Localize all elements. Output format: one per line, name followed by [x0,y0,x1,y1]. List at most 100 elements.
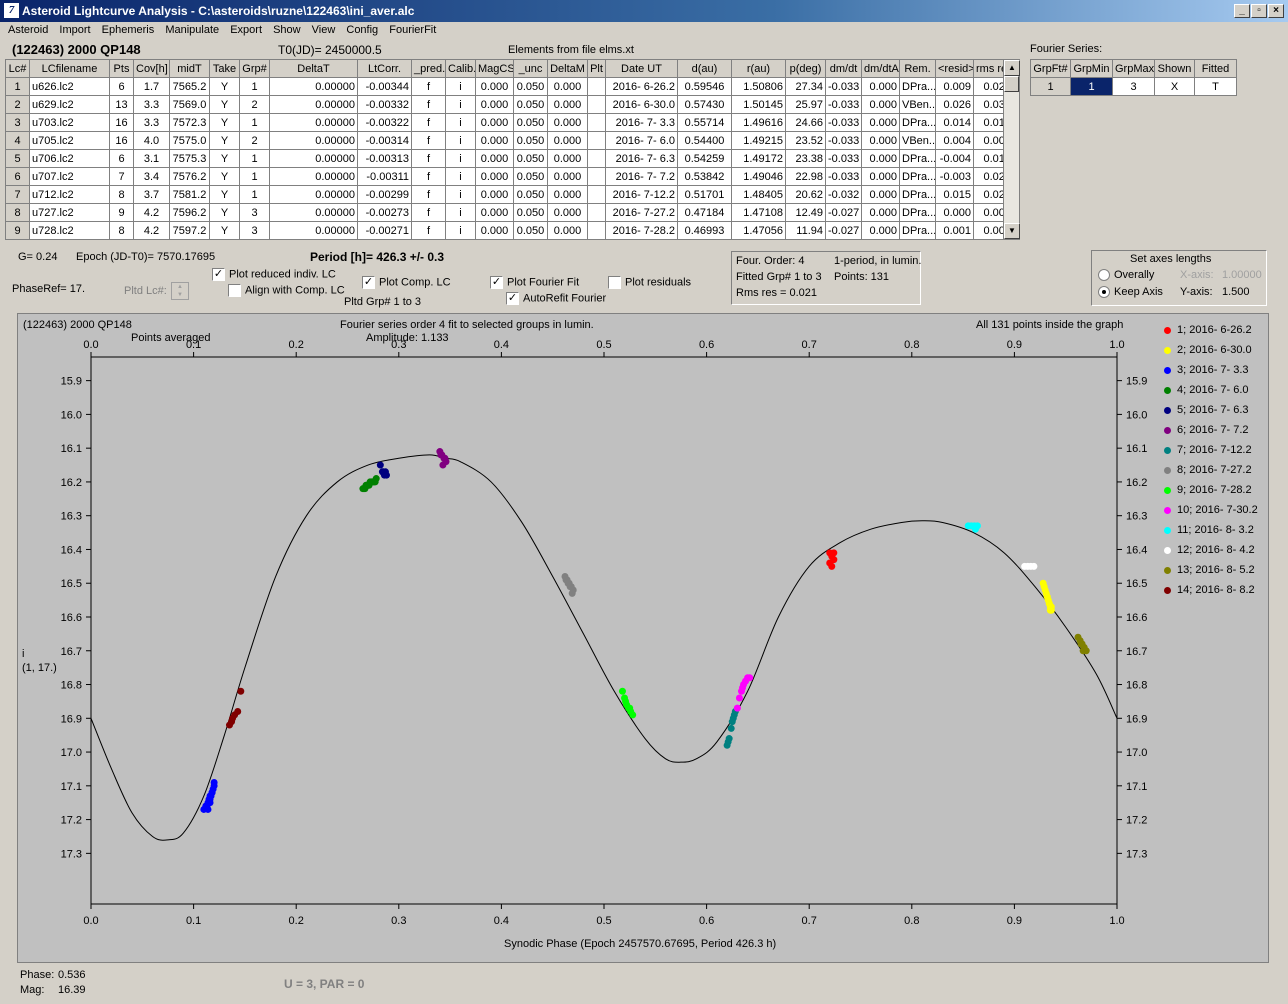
autorefit-check[interactable]: ✓ [506,292,519,305]
table-cell[interactable]: 0.000 [475,221,514,240]
table-cell[interactable]: 0.050 [513,185,548,204]
table-cell[interactable]: f [411,149,446,168]
table-cell[interactable]: 0.001 [935,221,974,240]
row-header[interactable]: 5 [5,149,30,168]
table-cell[interactable]: 0.000 [547,113,588,132]
table-cell[interactable]: 0.050 [513,95,548,114]
table-cell[interactable]: -0.032 [825,185,862,204]
table-cell[interactable]: 8 [109,221,134,240]
row-header[interactable]: 8 [5,203,30,222]
table-cell[interactable]: 0.000 [475,149,514,168]
table-cell[interactable]: u728.lc2 [29,221,110,240]
table-cell[interactable]: u626.lc2 [29,77,110,96]
table-cell[interactable] [587,149,606,168]
table-cell[interactable]: 0.000 [861,149,900,168]
table-cell[interactable]: 0.000 [475,167,514,186]
plot-fourier-checkbox[interactable]: ✓ Plot Fourier Fit [490,276,579,289]
table-cell[interactable]: 13 [109,95,134,114]
table-cell[interactable]: 1 [239,185,270,204]
table-cell[interactable]: 2016- 7- 3.3 [605,113,678,132]
table-cell[interactable]: u629.lc2 [29,95,110,114]
table-cell[interactable]: 0.000 [861,167,900,186]
table-cell[interactable]: 27.34 [785,77,826,96]
table-cell[interactable]: f [411,185,446,204]
col-header[interactable]: Date UT [605,59,678,78]
table-cell[interactable] [587,167,606,186]
col-header[interactable]: _unc [513,59,548,78]
table-cell[interactable]: Y [209,221,240,240]
table-cell[interactable]: f [411,203,446,222]
table-cell[interactable]: 16 [109,113,134,132]
table-cell[interactable]: f [411,95,446,114]
table-cell[interactable]: 7565.2 [169,77,210,96]
table-cell[interactable]: 0.000 [547,185,588,204]
table-cell[interactable]: 1.50145 [731,95,786,114]
table-row[interactable]: 2 u629.lc2 13 3.3 7569.0 Y 2 0.00000 -0.00332 f i 0… [5,95,1003,114]
table-cell[interactable]: 0.00000 [269,113,358,132]
col-header[interactable]: dm/dtA [861,59,900,78]
table-cell[interactable]: i [445,131,476,150]
table-cell[interactable]: f [411,77,446,96]
table-cell[interactable]: 1.7 [133,77,170,96]
fourier-cell-shown[interactable]: X [1154,77,1195,96]
table-cell[interactable]: 2016- 7- 6.3 [605,149,678,168]
table-cell[interactable]: 1 [239,77,270,96]
row-header[interactable]: 3 [5,113,30,132]
table-cell[interactable]: Y [209,95,240,114]
table-cell[interactable]: 4.2 [133,221,170,240]
table-cell[interactable]: 1.49046 [731,167,786,186]
table-cell[interactable]: 2 [239,131,270,150]
table-cell[interactable]: 2016- 7- 6.0 [605,131,678,150]
table-cell[interactable]: i [445,221,476,240]
table-cell[interactable]: 0.009 [935,77,974,96]
table-cell[interactable]: 0.000 [861,113,900,132]
table-cell[interactable]: 0.00000 [269,77,358,96]
table-cell[interactable]: 0.019 [973,149,1003,168]
row-header[interactable]: 9 [5,221,30,240]
table-cell[interactable]: Y [209,131,240,150]
menu-show[interactable]: Show [273,24,301,36]
col-header[interactable]: Pts [109,59,134,78]
col-header[interactable]: d(au) [677,59,732,78]
table-cell[interactable]: -0.027 [825,203,862,222]
table-cell[interactable]: f [411,113,446,132]
table-cell[interactable]: -0.00311 [357,167,412,186]
table-cell[interactable]: DPra... [899,185,936,204]
table-cell[interactable]: i [445,185,476,204]
col-header[interactable]: LtCorr. [357,59,412,78]
col-header[interactable]: <resid> [935,59,974,78]
table-cell[interactable]: DPra... [899,167,936,186]
table-cell[interactable]: 1.47056 [731,221,786,240]
table-row[interactable]: 6 u707.lc2 7 3.4 7576.2 Y 1 0.00000 -0.00311 f i 0.… [5,167,1003,186]
table-cell[interactable]: 1.49172 [731,149,786,168]
table-cell[interactable]: Y [209,149,240,168]
table-cell[interactable]: f [411,167,446,186]
row-header[interactable]: 6 [5,167,30,186]
table-cell[interactable]: 0.006 [973,221,1003,240]
table-cell[interactable]: 0.59546 [677,77,732,96]
table-cell[interactable]: 7569.0 [169,95,210,114]
fourier-series-table[interactable]: GrpFt# GrpMin GrpMax Shown Fitted 1 1 3 … [1030,59,1237,96]
table-cell[interactable]: 7 [109,167,134,186]
menu-view[interactable]: View [312,24,336,36]
table-cell[interactable]: -0.027 [825,221,862,240]
table-cell[interactable]: u703.lc2 [29,113,110,132]
table-cell[interactable]: 0.020 [973,167,1003,186]
col-header[interactable]: r(au) [731,59,786,78]
table-cell[interactable] [587,221,606,240]
table-cell[interactable]: 0.54400 [677,131,732,150]
table-cell[interactable]: 1 [239,113,270,132]
table-cell[interactable]: -0.00299 [357,185,412,204]
keep-axis-radio-dot[interactable] [1098,286,1110,299]
table-cell[interactable]: 0.00000 [269,167,358,186]
table-cell[interactable]: 3.3 [133,113,170,132]
fourier-cell-fitted[interactable]: T [1194,77,1237,96]
table-cell[interactable]: i [445,95,476,114]
table-cell[interactable]: 0.000 [547,203,588,222]
table-cell[interactable]: 0.00000 [269,221,358,240]
table-cell[interactable]: -0.00322 [357,113,412,132]
table-cell[interactable]: 0.021 [973,185,1003,204]
table-cell[interactable]: u705.lc2 [29,131,110,150]
table-cell[interactable]: u712.lc2 [29,185,110,204]
menu-manipulate[interactable]: Manipulate [165,24,219,36]
